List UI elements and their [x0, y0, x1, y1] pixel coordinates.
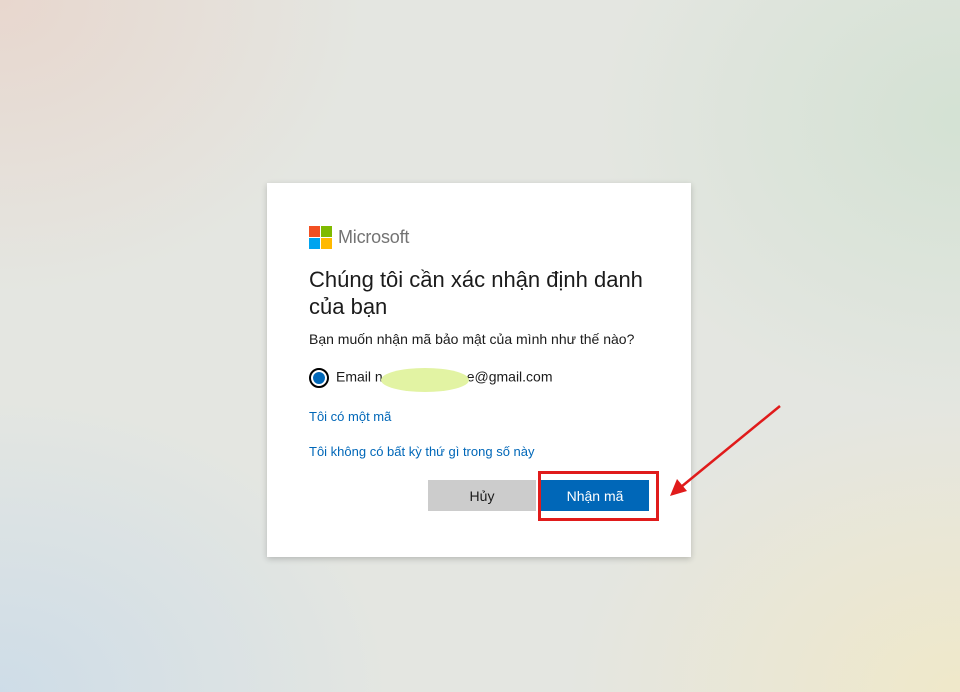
- no-options-link[interactable]: Tôi không có bất kỳ thứ gì trong số này: [309, 444, 535, 459]
- brand-name: Microsoft: [338, 226, 410, 247]
- have-code-link[interactable]: Tôi có một mã: [309, 409, 391, 424]
- email-option-label: Email n e@gmail.com: [336, 366, 553, 392]
- email-option[interactable]: Email n e@gmail.com: [309, 366, 553, 392]
- microsoft-logo: Microsoft: [309, 225, 409, 249]
- microsoft-logo-icon: [309, 225, 332, 249]
- verify-identity-dialog: Microsoft Chúng tôi cần xác nhận định da…: [267, 183, 691, 557]
- cancel-button[interactable]: Hủy: [428, 480, 536, 511]
- get-code-button[interactable]: Nhận mã: [541, 480, 649, 511]
- instruction-text: Bạn muốn nhận mã bảo mật của mình như th…: [309, 331, 635, 347]
- option-prefix: Email: [336, 368, 372, 385]
- email-domain: @gmail.com: [474, 368, 553, 385]
- radio-selected-dot: [313, 372, 325, 384]
- redaction-mark: [380, 368, 469, 392]
- radio-button[interactable]: [309, 368, 329, 388]
- page-title: Chúng tôi cần xác nhận định danh của bạn: [309, 267, 643, 319]
